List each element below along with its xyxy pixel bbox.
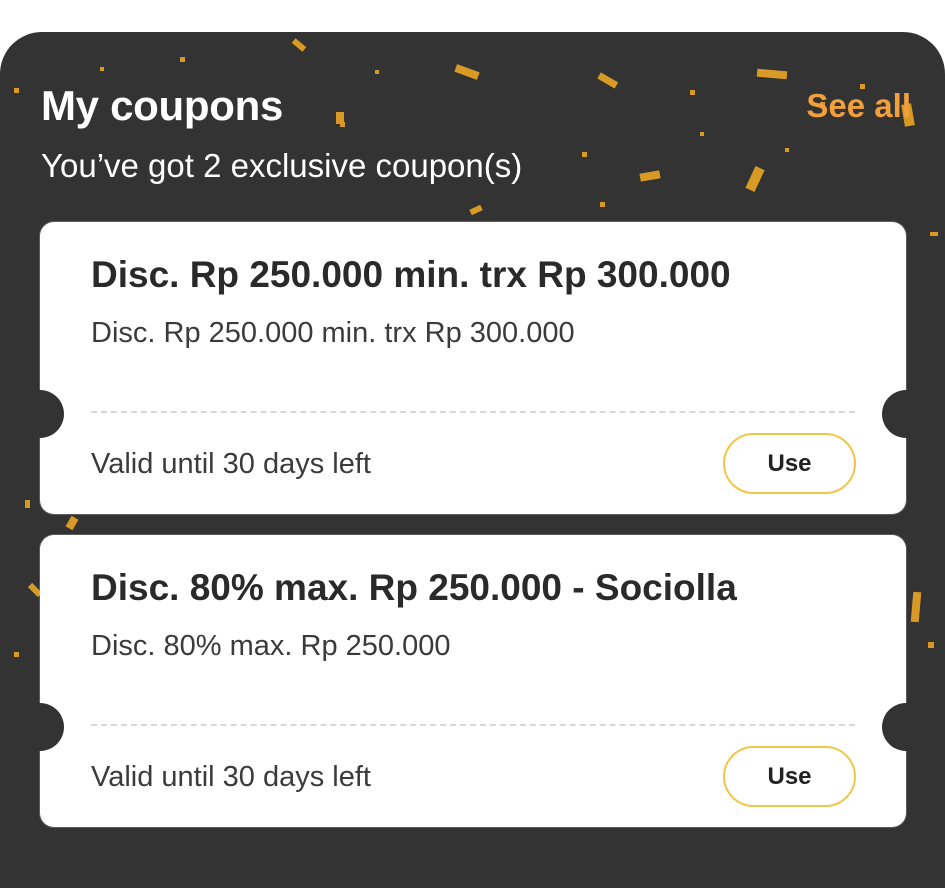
coupon-title: Disc. Rp 250.000 min. trx Rp 300.000 — [91, 254, 731, 295]
coupon-validity: Valid until 30 days left — [91, 448, 371, 480]
coupons-panel: My coupons See all You’ve got 2 exclusiv… — [0, 32, 945, 888]
ticket-notch — [882, 390, 930, 438]
ticket-notch — [16, 390, 64, 438]
page-title: My coupons — [41, 82, 284, 129]
coupon-card[interactable]: Disc. 80% max. Rp 250.000 - Sociolla Dis… — [16, 535, 930, 827]
use-coupon-button[interactable]: Use — [723, 746, 856, 807]
ticket-notch — [16, 703, 64, 751]
ticket-notch — [882, 703, 930, 751]
use-coupon-button[interactable]: Use — [723, 433, 856, 494]
coupon-title: Disc. 80% max. Rp 250.000 - Sociolla — [91, 567, 737, 608]
coupon-description: Disc. Rp 250.000 min. trx Rp 300.000 — [91, 317, 575, 349]
coupon-validity: Valid until 30 days left — [91, 761, 371, 793]
coupon-count-subtitle: You’ve got 2 exclusive coupon(s) — [41, 147, 523, 184]
see-all-link[interactable]: See all — [806, 87, 911, 125]
dashed-divider — [91, 724, 855, 726]
coupon-description: Disc. 80% max. Rp 250.000 — [91, 630, 451, 662]
coupon-card[interactable]: Disc. Rp 250.000 min. trx Rp 300.000 Dis… — [16, 222, 930, 514]
dashed-divider — [91, 411, 855, 413]
